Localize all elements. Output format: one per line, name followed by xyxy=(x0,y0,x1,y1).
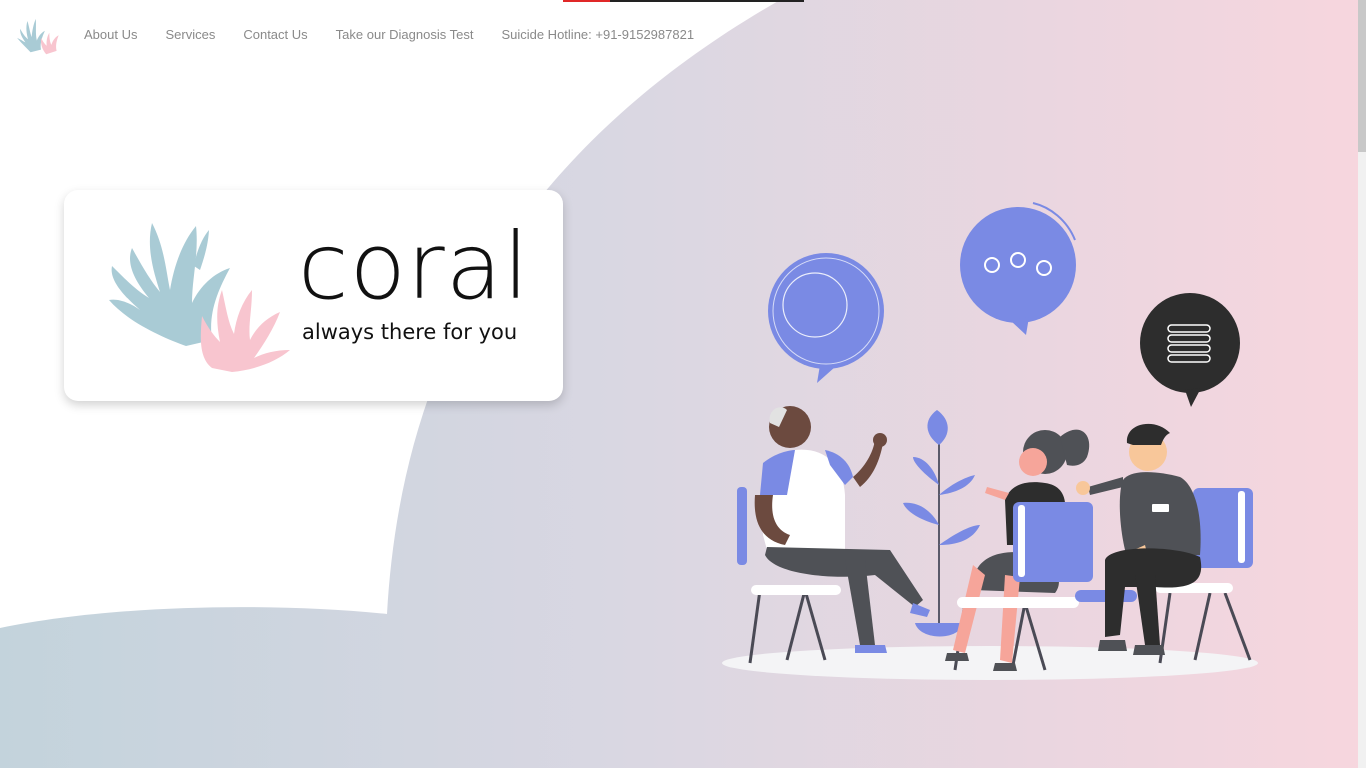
brand-tagline: always there for you xyxy=(302,320,518,344)
person-young-man xyxy=(1076,423,1202,655)
speech-bubble-right xyxy=(1140,293,1240,407)
floor-shadow xyxy=(722,646,1258,680)
coral-logo-icon xyxy=(109,223,290,372)
landing-page: About Us Services Contact Us Take our Di… xyxy=(0,0,1366,768)
nav-links: About Us Services Contact Us Take our Di… xyxy=(70,26,708,44)
speech-bubble-left xyxy=(768,253,884,383)
top-accent-red xyxy=(563,0,610,2)
nav-contact-us[interactable]: Contact Us xyxy=(229,26,321,44)
top-accent-bar xyxy=(563,0,804,2)
brand-name: coral xyxy=(298,213,530,320)
scrollbar[interactable] xyxy=(1358,0,1366,768)
nav-about-us[interactable]: About Us xyxy=(70,26,151,44)
nav-suicide-hotline[interactable]: Suicide Hotline: +91-9152987821 xyxy=(487,26,708,44)
group-therapy-illustration xyxy=(722,202,1258,680)
person-older-man xyxy=(754,406,930,653)
nav-diagnosis-test[interactable]: Take our Diagnosis Test xyxy=(322,26,488,44)
nav-services[interactable]: Services xyxy=(151,26,229,44)
scrollbar-thumb[interactable] xyxy=(1358,0,1366,152)
speech-bubble-middle xyxy=(960,202,1076,335)
coral-logo-icon[interactable] xyxy=(15,12,67,56)
brand-card: coral always there for you xyxy=(64,190,563,401)
